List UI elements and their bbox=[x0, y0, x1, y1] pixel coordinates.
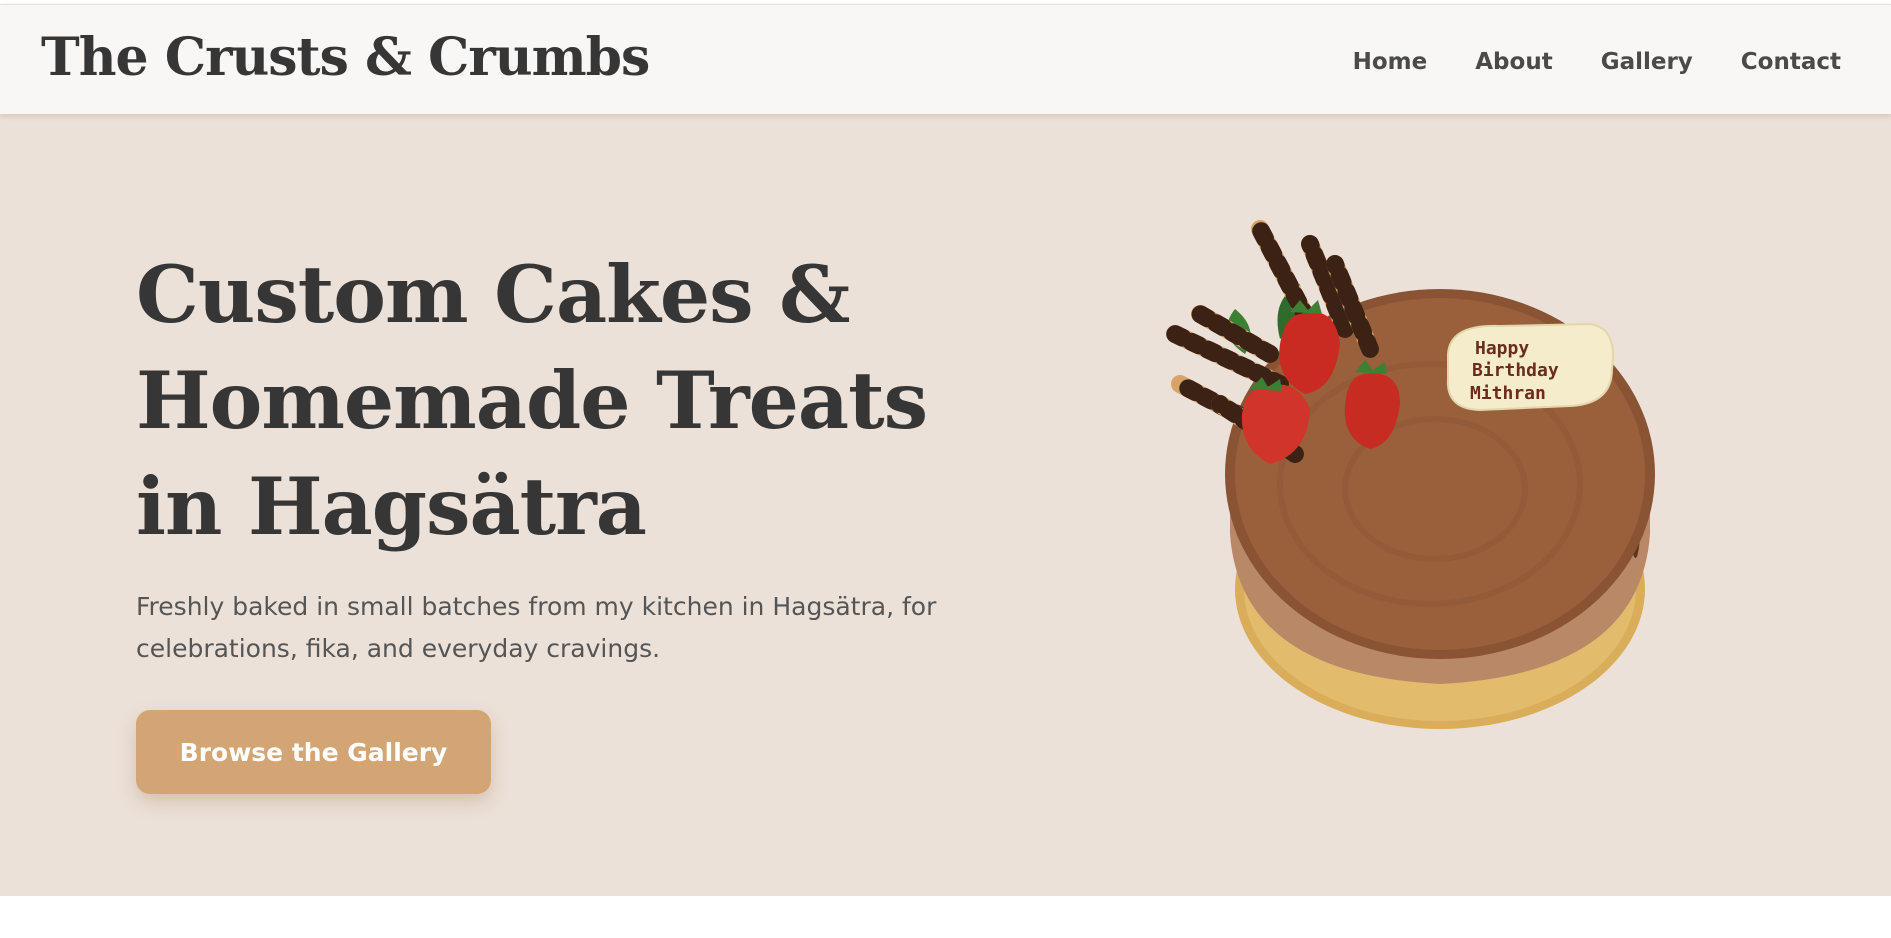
cake-plaque-line-3: Mithran bbox=[1470, 383, 1546, 404]
cake-image: Happy Birthday Mithran bbox=[1150, 204, 1690, 764]
nav-link-about[interactable]: About bbox=[1475, 49, 1552, 77]
hero-title: Custom Cakes & Homemade Treats in Hagsät… bbox=[136, 248, 928, 553]
cake-plaque-line-2: Birthday bbox=[1472, 360, 1559, 381]
site-header: The Crusts & Crumbs Home About Gallery C… bbox=[0, 4, 1891, 114]
main-nav: Home About Gallery Contact bbox=[1353, 49, 1841, 77]
brand-logo[interactable]: The Crusts & Crumbs bbox=[41, 29, 650, 86]
nav-link-contact[interactable]: Contact bbox=[1741, 49, 1841, 77]
hero-section: Custom Cakes & Homemade Treats in Hagsät… bbox=[0, 114, 1891, 896]
browse-gallery-button[interactable]: Browse the Gallery bbox=[136, 710, 491, 794]
hero-subtitle: Freshly baked in small batches from my k… bbox=[136, 592, 937, 663]
nav-link-gallery[interactable]: Gallery bbox=[1601, 49, 1693, 77]
cake-plaque-line-1: Happy bbox=[1475, 338, 1529, 359]
nav-link-home[interactable]: Home bbox=[1353, 49, 1428, 77]
